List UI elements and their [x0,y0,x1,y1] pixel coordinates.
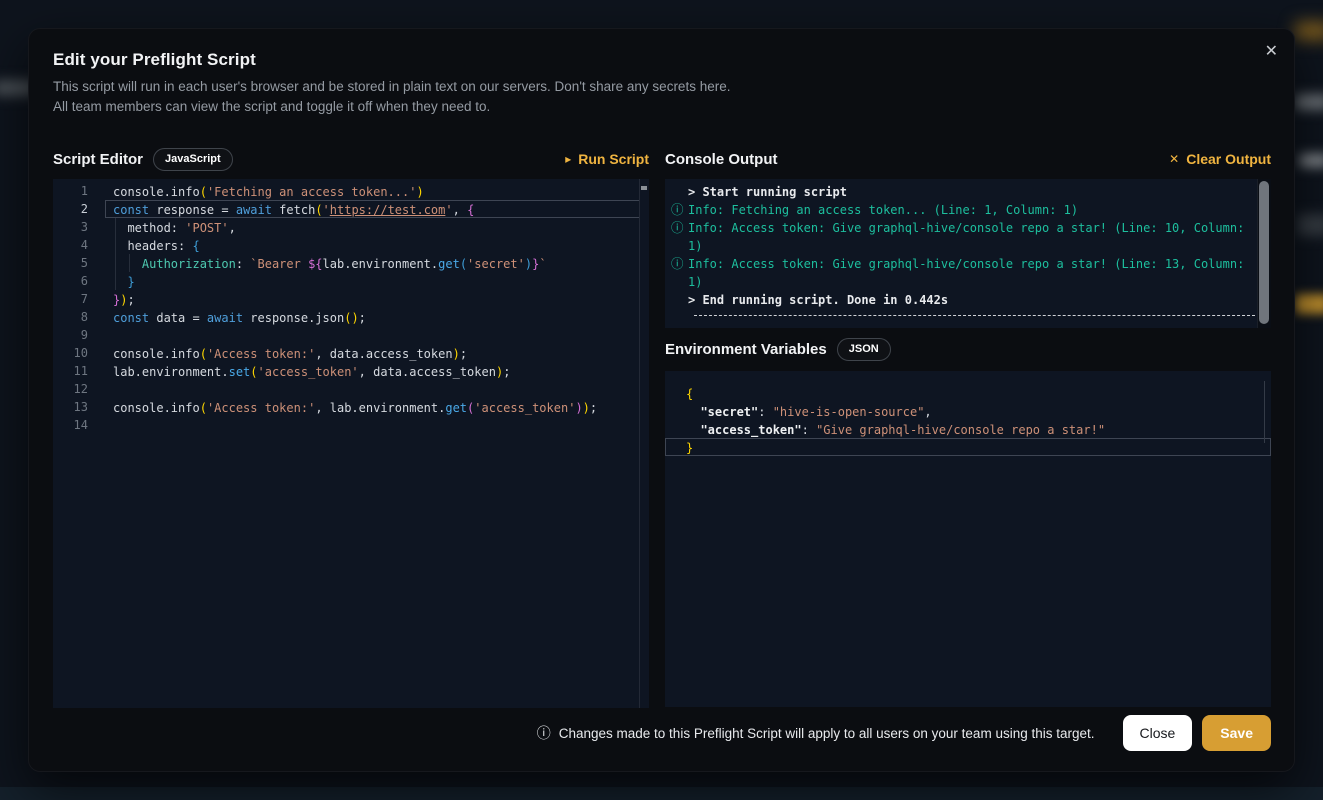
console-separator [694,315,1255,316]
editor-overview-cursor-mark [641,186,647,190]
line-number: 12 [53,380,88,398]
close-button[interactable]: Close [1123,715,1193,751]
code-line[interactable]: 8const data = await response.json(); [53,308,649,326]
footer-note: Changes made to this Preflight Script wi… [559,726,1095,741]
modal-description-line2: All team members can view the script and… [53,97,1271,117]
console-line: ⓘInfo: Access token: Give graphql-hive/c… [671,219,1271,255]
clear-icon: ✕ [1169,153,1179,165]
background-blur-right-1 [1295,94,1323,110]
background-blur-right-2 [1299,154,1323,167]
line-number: 2 [53,200,88,218]
code-line[interactable]: } [665,438,1271,456]
info-circle-icon: ⓘ [671,219,688,255]
modal-title: Edit your Preflight Script [53,50,1271,70]
indent-guide [129,254,130,272]
code-line[interactable]: 5 Authorization: `Bearer ${lab.environme… [53,254,649,272]
play-icon: ▸ [565,153,571,165]
line-number: 14 [53,416,88,434]
console-line: ⓘInfo: Fetching an access token... (Line… [671,201,1271,219]
line-number: 4 [53,236,88,254]
env-scrollbar[interactable] [1264,381,1265,443]
line-number: 1 [53,182,88,200]
editor-scrollbar-track[interactable] [639,179,640,708]
info-icon: ⓘ [537,723,551,743]
environment-variables-heading: Environment Variables [665,341,827,358]
code-line[interactable]: 11lab.environment.set('access_token', da… [53,362,649,380]
console-line-text: > Start running script [688,183,1260,201]
console-line-indent [671,183,688,201]
info-circle-icon: ⓘ [671,201,688,219]
code-line[interactable]: "secret": "hive-is-open-source", [665,402,1271,420]
line-number: 7 [53,290,88,308]
line-number: 13 [53,398,88,416]
script-editor-heading: Script Editor [53,151,143,168]
run-script-button[interactable]: ▸ Run Script [565,151,649,167]
code-line[interactable]: 2const response = await fetch('https://t… [53,200,649,218]
background-bottom-strip [0,787,1323,800]
code-line[interactable]: 4 headers: { [53,236,649,254]
code-line[interactable]: "access_token": "Give graphql-hive/conso… [665,420,1271,438]
background-blur-right-3 [1297,214,1323,236]
script-editor[interactable]: 1console.info('Fetching an access token.… [53,179,649,708]
info-circle-icon: ⓘ [671,255,688,291]
line-number: 6 [53,272,88,290]
background-blur-right-amber [1295,294,1323,314]
indent-guide [115,218,116,290]
line-number: 5 [53,254,88,272]
console-scrollbar-track[interactable] [1257,179,1271,328]
code-line[interactable]: 10console.info('Access token:', data.acc… [53,344,649,362]
line-number: 9 [53,326,88,344]
code-line[interactable]: 12 [53,380,649,398]
console-line: > Start running script [671,183,1271,201]
code-line[interactable]: 13console.info('Access token:', lab.envi… [53,398,649,416]
console-line-text: Info: Access token: Give graphql-hive/co… [688,219,1260,255]
console-line-text: Info: Fetching an access token... (Line:… [688,201,1260,219]
console-output-heading: Console Output [665,151,778,168]
close-icon[interactable]: ✕ [1265,43,1278,59]
console-line-text: Info: Access token: Give graphql-hive/co… [688,255,1260,291]
code-line[interactable]: { [665,384,1271,402]
console-line: > End running script. Done in 0.442s [671,291,1271,309]
code-line[interactable]: 1console.info('Fetching an access token.… [53,182,649,200]
environment-variables-editor[interactable]: { "secret": "hive-is-open-source", "acce… [665,371,1271,707]
code-line[interactable]: 3 method: 'POST', [53,218,649,236]
clear-output-button[interactable]: ✕ Clear Output [1169,151,1271,167]
line-number: 11 [53,362,88,380]
console-scrollbar-thumb[interactable] [1259,181,1269,324]
line-number: 8 [53,308,88,326]
code-line[interactable]: 6 } [53,272,649,290]
console-output: > Start running scriptⓘInfo: Fetching an… [665,179,1271,328]
code-line[interactable]: 14 [53,416,649,434]
console-line-indent [671,291,688,309]
preflight-script-modal: ✕ Edit your Preflight Script This script… [28,28,1295,772]
clear-output-label: Clear Output [1186,151,1271,167]
console-line: ⓘInfo: Access token: Give graphql-hive/c… [671,255,1271,291]
modal-description-line1: This script will run in each user's brow… [53,77,1271,97]
code-line[interactable]: 7}); [53,290,649,308]
save-button[interactable]: Save [1202,715,1271,751]
json-badge: JSON [837,338,891,361]
line-number: 10 [53,344,88,362]
line-number: 3 [53,218,88,236]
language-badge: JavaScript [153,148,233,171]
background-blur-right-amber-top [1295,22,1323,40]
console-line-text: > End running script. Done in 0.442s [688,291,1260,309]
modal-footer: ⓘ Changes made to this Preflight Script … [53,715,1271,751]
code-line[interactable]: 9 [53,326,649,344]
run-script-label: Run Script [578,151,649,167]
